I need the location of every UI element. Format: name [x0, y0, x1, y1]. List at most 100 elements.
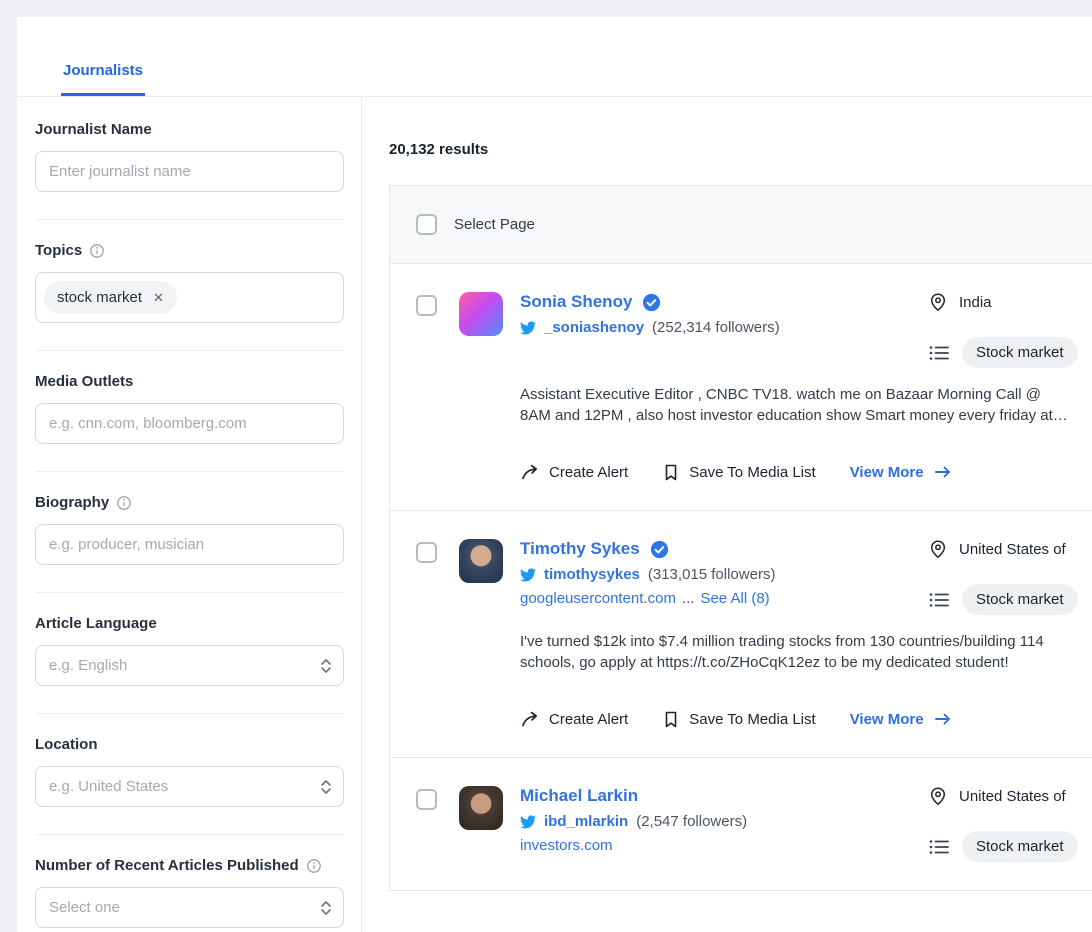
view-more-label: View More: [849, 463, 924, 481]
location-placeholder: e.g. United States: [49, 778, 169, 795]
location-label: Location: [35, 736, 98, 753]
chevron-updown-icon: [319, 657, 333, 675]
tab-journalists[interactable]: Journalists: [61, 62, 146, 96]
arrow-right-icon: [934, 464, 952, 480]
journalist-name-link[interactable]: Timothy Sykes: [520, 539, 640, 559]
results-header: Select Page: [390, 186, 1092, 264]
create-alert-button[interactable]: Create Alert: [520, 462, 628, 482]
journalist-name-link[interactable]: Michael Larkin: [520, 786, 638, 806]
avatar: [459, 539, 503, 583]
chevron-updown-icon: [319, 899, 333, 917]
journalist-bio: I've turned $12k into $7.4 million tradi…: [520, 633, 1044, 671]
topics-input[interactable]: stock market ✕: [35, 272, 344, 323]
avatar: [459, 786, 503, 830]
view-more-link[interactable]: View More: [850, 711, 952, 728]
save-to-media-list-button[interactable]: Save To Media List: [662, 463, 816, 482]
avatar: [459, 292, 503, 336]
create-alert-icon: [520, 709, 540, 729]
topic-chip-label: stock market: [57, 289, 143, 306]
twitter-handle-link[interactable]: _soniashenoy: [544, 319, 644, 336]
topics-list-icon: [928, 837, 950, 857]
biography-input[interactable]: [35, 524, 344, 565]
verified-badge-icon: [642, 293, 661, 312]
followers-count: (252,314 followers): [652, 319, 780, 336]
journalist-name-label: Journalist Name: [35, 121, 152, 138]
info-icon: [116, 495, 132, 511]
followers-count: (2,547 followers): [636, 813, 748, 830]
location-text: India: [959, 293, 992, 311]
see-all-link[interactable]: See All (8): [700, 590, 769, 607]
row-checkbox[interactable]: [416, 542, 437, 563]
website-link[interactable]: googleusercontent.com: [520, 590, 676, 607]
results-panel: Select Page Sonia Shenoy _soniashenoy (2…: [389, 185, 1092, 891]
view-more-label: View More: [849, 710, 924, 728]
location-pin-icon: [928, 786, 948, 806]
topics-label-text: Topics: [35, 242, 83, 259]
bookmark-icon: [662, 463, 680, 482]
filter-article-language: Article Language e.g. English: [35, 592, 344, 713]
topic-pill[interactable]: Stock market: [962, 337, 1078, 368]
select-page-label: Select Page: [454, 216, 535, 233]
save-to-media-list-button[interactable]: Save To Media List: [662, 710, 816, 729]
results-count: 20,132 results: [389, 141, 489, 158]
article-language-label: Article Language: [35, 615, 157, 632]
filter-recent-articles: Number of Recent Articles Published Sele…: [35, 834, 344, 932]
recent-articles-placeholder: Select one: [49, 899, 120, 916]
journalist-row: Michael Larkin ibd_mlarkin (2,547 follow…: [390, 758, 1092, 890]
biography-label-text: Biography: [35, 494, 110, 511]
twitter-icon: [520, 320, 536, 336]
filter-media-outlets: Media Outlets: [35, 350, 344, 471]
journalist-row: Timothy Sykes timothysykes (313,015 foll…: [390, 511, 1092, 758]
journalist-row: Sonia Shenoy _soniashenoy (252,314 follo…: [390, 264, 1092, 511]
recent-articles-label: Number of Recent Articles Published: [35, 857, 344, 874]
filter-location: Location e.g. United States: [35, 713, 344, 834]
chip-remove-icon[interactable]: ✕: [153, 291, 164, 304]
recent-articles-label-text: Number of Recent Articles Published: [35, 857, 299, 874]
create-alert-icon: [520, 462, 540, 482]
website-link[interactable]: investors.com: [520, 837, 613, 854]
topic-chip: stock market ✕: [44, 281, 177, 314]
topics-label: Topics: [35, 242, 344, 259]
info-icon: [89, 243, 105, 259]
row-checkbox[interactable]: [416, 789, 437, 810]
bookmark-icon: [662, 710, 680, 729]
create-alert-label: Create Alert: [549, 463, 629, 481]
info-icon: [306, 858, 322, 874]
twitter-icon: [520, 814, 536, 830]
media-outlets-input[interactable]: [35, 403, 344, 444]
journalist-bio: Assistant Executive Editor , CNBC TV18. …: [520, 386, 1068, 424]
select-page-checkbox[interactable]: [416, 214, 437, 235]
location-select[interactable]: e.g. United States: [35, 766, 344, 807]
website-ellipsis: ...: [681, 590, 695, 607]
view-more-link[interactable]: View More: [850, 464, 952, 481]
main-card: Journalists Journalist Name Topics stock…: [17, 17, 1092, 932]
article-language-select[interactable]: e.g. English: [35, 645, 344, 686]
journalist-name-input[interactable]: [35, 151, 344, 192]
save-to-media-list-label: Save To Media List: [689, 463, 816, 481]
create-alert-button[interactable]: Create Alert: [520, 709, 628, 729]
location-pin-icon: [928, 539, 948, 559]
filter-journalist-name: Journalist Name: [35, 99, 344, 219]
row-checkbox[interactable]: [416, 295, 437, 316]
journalist-name-link[interactable]: Sonia Shenoy: [520, 292, 632, 312]
media-outlets-label: Media Outlets: [35, 373, 134, 390]
filter-biography: Biography: [35, 471, 344, 592]
filter-topics: Topics stock market ✕: [35, 219, 344, 350]
topics-list-icon: [928, 590, 950, 610]
topic-pill[interactable]: Stock market: [962, 584, 1078, 615]
verified-badge-icon: [650, 540, 669, 559]
recent-articles-select[interactable]: Select one: [35, 887, 344, 928]
arrow-right-icon: [934, 711, 952, 727]
tab-bar: Journalists: [17, 17, 1092, 97]
create-alert-label: Create Alert: [549, 710, 629, 728]
twitter-handle-link[interactable]: timothysykes: [544, 566, 640, 583]
twitter-handle-link[interactable]: ibd_mlarkin: [544, 813, 628, 830]
followers-count: (313,015 followers): [647, 566, 776, 583]
article-language-placeholder: e.g. English: [49, 657, 128, 674]
twitter-icon: [520, 567, 536, 583]
topics-list-icon: [928, 343, 950, 363]
filters-sidebar: Journalist Name Topics stock market ✕: [17, 97, 362, 932]
location-text: United States of: [959, 540, 1066, 558]
topic-pill[interactable]: Stock market: [962, 831, 1078, 862]
results-area: 20,132 results Select Page Sonia Shenoy …: [362, 97, 1092, 932]
